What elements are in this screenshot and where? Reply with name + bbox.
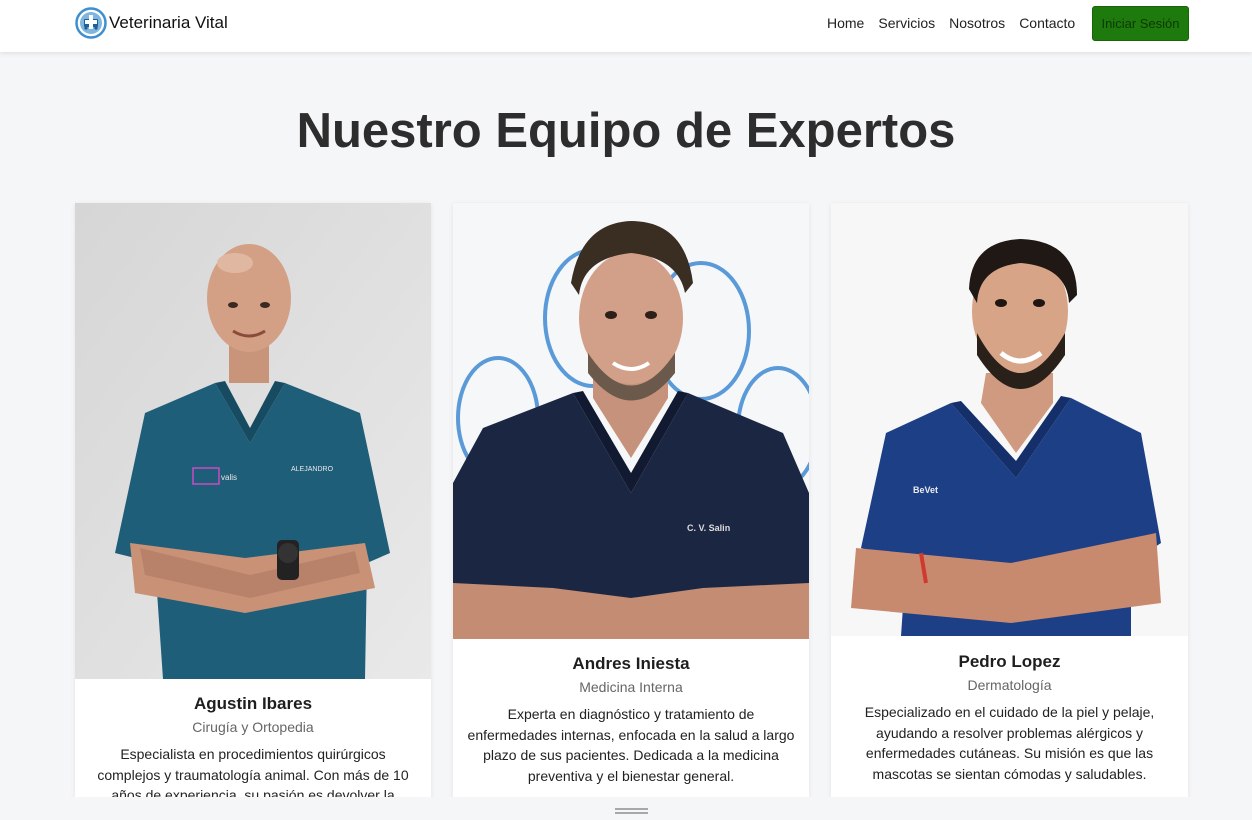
team-card: BeVet Pedro Lopez Dermatología Especiali… [831,203,1188,803]
vet-photo-andres: C. V. Salin [453,203,809,639]
page-title: Nuestro Equipo de Expertos [296,104,956,158]
vet-name: Pedro Lopez [958,652,1061,671]
vet-specialty: Medicina Interna [579,679,683,695]
login-button[interactable]: Iniciar Sesión [1092,6,1189,41]
vet-photo-pedro: BeVet [831,203,1188,636]
nav-link-home[interactable]: Home [827,15,864,31]
navbar: Veterinaria Vital Home Servicios Nosotro… [0,0,1252,52]
scrub-logo-text-left: valis [221,473,237,482]
vet-description: Especialista en procedimientos quirúrgic… [97,746,409,803]
nav-link-contacto[interactable]: Contacto [1019,15,1075,31]
vet-description: Experta en diagnóstico y tratamiento de … [467,706,795,784]
vet-specialty: Dermatología [967,677,1052,693]
nav-link-servicios[interactable]: Servicios [878,15,935,31]
vet-specialty: Cirugía y Ortopedia [192,719,314,735]
nav-link-nosotros[interactable]: Nosotros [949,15,1005,31]
card-body: Agustin Ibares Cirugía y Ortopedia Espec… [75,679,431,803]
vet-description: Especializado en el cuidado de la piel y… [864,704,1155,782]
veterinary-logo-icon [75,7,107,39]
vet-photo-agustin: ALEJANDRO valis [75,203,431,679]
brand-name: Veterinaria Vital [109,13,228,32]
resize-handle-icon[interactable] [615,807,648,815]
team-card: ALEJANDRO valis Agustin Ibares Cirugía y… [75,203,431,803]
main-nav: Home Servicios Nosotros Contacto [827,15,1089,31]
brand-link[interactable]: Veterinaria Vital [75,7,228,39]
scrub-logo-text: C. V. Salin [687,523,730,533]
scrub-logo-text: BeVet [913,485,938,495]
card-body: Pedro Lopez Dermatología Especializado e… [831,636,1188,784]
scrub-logo-text-right: ALEJANDRO [291,466,334,473]
vet-name: Andres Iniesta [572,654,690,673]
vet-name: Agustin Ibares [193,694,313,713]
team-card: C. V. Salin Andres Iniesta Medicina Inte… [453,203,809,803]
card-body: Andres Iniesta Medicina Interna Experta … [453,639,809,786]
